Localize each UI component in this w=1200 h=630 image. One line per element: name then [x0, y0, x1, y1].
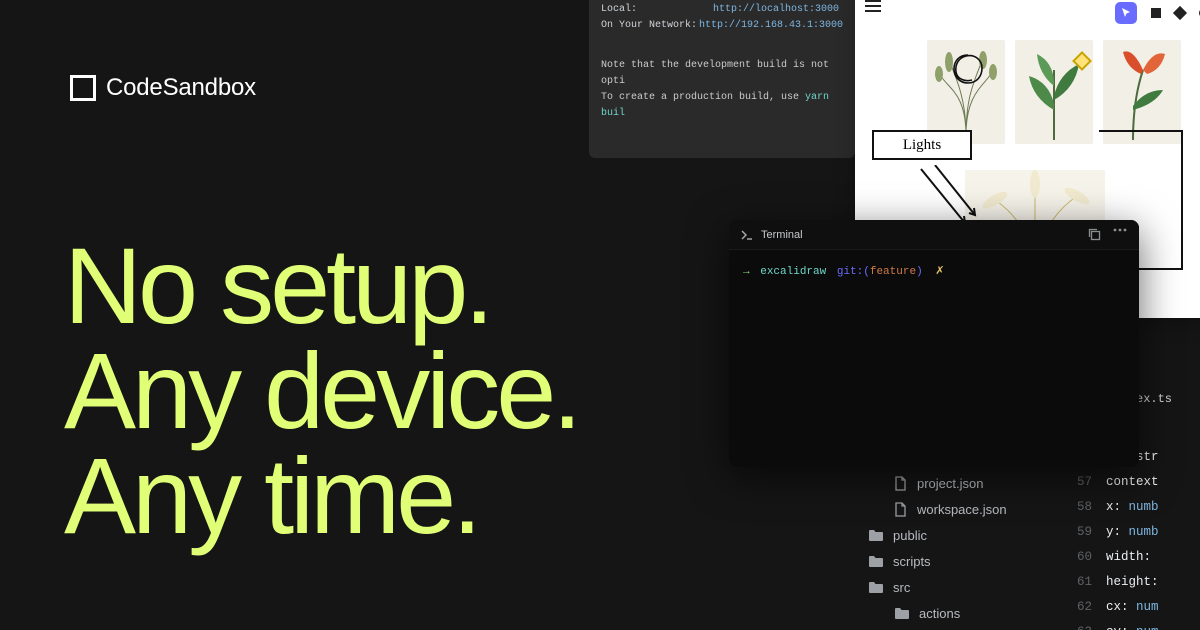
devserver-network-label: On Your Network:: [601, 18, 699, 34]
file-icon: [894, 502, 907, 517]
headline-line-1: No setup.: [64, 234, 578, 339]
plant-card-3[interactable]: [1103, 40, 1181, 144]
prompt-dirty-icon: ✗: [935, 266, 944, 278]
tree-item-folder[interactable]: scripts: [854, 548, 1064, 574]
prompt-path: excalidraw: [760, 266, 826, 278]
tree-item-folder[interactable]: src: [854, 574, 1064, 600]
file-icon: [894, 476, 907, 491]
terminal-title: Terminal: [761, 229, 803, 241]
brand-logo[interactable]: CodeSandbox: [70, 74, 256, 102]
folder-icon: [868, 555, 883, 567]
headline-line-2: Any device.: [64, 339, 578, 444]
square-tool-icon[interactable]: [1151, 8, 1161, 18]
tree-item-file[interactable]: project.json: [854, 470, 1064, 496]
terminal-body[interactable]: → excalidraw git:(feature) ✗: [729, 250, 1139, 292]
terminal-panel[interactable]: Terminal → excalidraw git:(feature) ✗: [729, 220, 1139, 467]
prompt-arrow: →: [743, 266, 750, 278]
headline: No setup. Any device. Any time.: [64, 234, 578, 548]
logo-mark-icon: [70, 75, 96, 101]
devserver-local-label: Local:: [601, 2, 713, 18]
brand-name: CodeSandbox: [106, 74, 256, 102]
prompt-git: git:(feature): [837, 266, 923, 278]
board-toolbar: [1115, 2, 1200, 24]
terminal-icon: [741, 230, 753, 240]
code-tab[interactable]: ex.ts: [1136, 392, 1200, 406]
devserver-network-url: http://192.168.43.1:3000: [699, 18, 843, 34]
diamond-tool-icon[interactable]: [1173, 6, 1187, 20]
board-label-lights[interactable]: Lights: [872, 130, 972, 160]
folder-icon: [868, 581, 883, 593]
scribble-circle-annotation: [951, 52, 985, 86]
tree-item-folder[interactable]: public: [854, 522, 1064, 548]
file-tree: project.json workspace.json public scrip…: [854, 450, 1064, 626]
tree-item-file[interactable]: workspace.json: [854, 496, 1064, 522]
folder-icon: [868, 529, 883, 541]
devserver-panel: Local: http://localhost:3000 On Your Net…: [589, 0, 855, 158]
new-window-icon[interactable]: [1088, 228, 1101, 241]
devserver-local-url: http://localhost:3000: [713, 2, 839, 18]
devserver-note-1: Note that the development build is not o…: [601, 58, 843, 90]
tree-item-folder[interactable]: actions: [854, 600, 1064, 626]
more-icon[interactable]: [1113, 228, 1127, 232]
cursor-tool-icon[interactable]: [1115, 2, 1137, 24]
folder-icon: [894, 607, 909, 619]
hamburger-icon[interactable]: [865, 0, 881, 12]
headline-line-3: Any time.: [64, 444, 578, 549]
terminal-header: Terminal: [729, 220, 1139, 250]
devserver-note-2: To create a production build, use: [601, 92, 805, 103]
